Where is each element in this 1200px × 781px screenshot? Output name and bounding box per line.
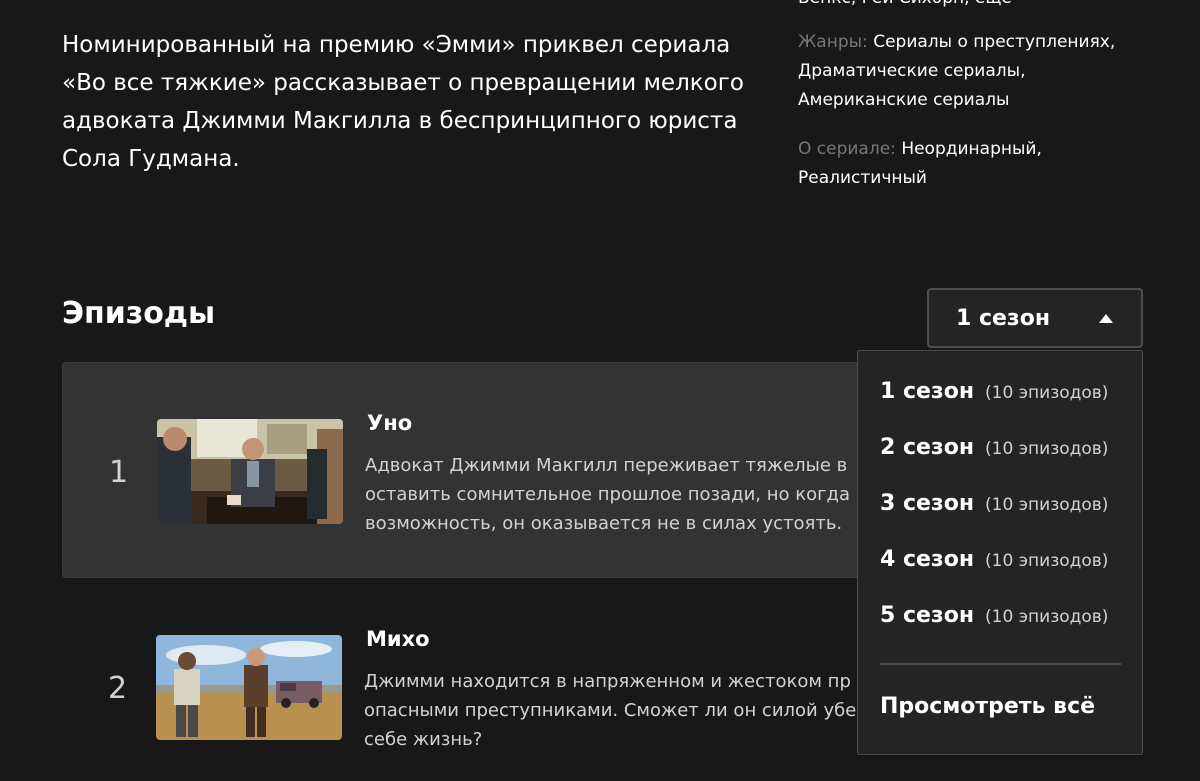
season-option-4[interactable]: 4 сезон (10 эпизодов) bbox=[880, 547, 1108, 587]
series-synopsis: Номинированный на премию «Эмми» приквел … bbox=[62, 32, 744, 172]
episode-description-line: Адвокат Джимми Макгилл переживает тяжелы… bbox=[365, 455, 848, 476]
episodes-heading: Эпизоды bbox=[62, 296, 216, 331]
episode-title: Уно bbox=[367, 411, 413, 435]
episodes-page: Бенкс, Рей Сихорн, ещё Номинированный на… bbox=[0, 0, 1200, 781]
episode-description-line: опасными преступниками. Сможет ли он сил… bbox=[364, 700, 857, 721]
episode-thumbnail[interactable] bbox=[156, 635, 342, 740]
season-option-count: (10 эпизодов) bbox=[985, 607, 1109, 627]
season-dropdown-menu: 1 сезон (10 эпизодов) 2 сезон (10 эпизод… bbox=[857, 350, 1143, 755]
season-option-5[interactable]: 5 сезон (10 эпизодов) bbox=[880, 603, 1108, 643]
dropdown-divider bbox=[880, 663, 1121, 665]
episode-number: 2 bbox=[108, 671, 128, 706]
season-option-3[interactable]: 3 сезон (10 эпизодов) bbox=[880, 491, 1108, 531]
caret-up-icon bbox=[1099, 314, 1113, 323]
episode-2-still-image bbox=[156, 635, 342, 740]
episode-thumbnail[interactable] bbox=[157, 419, 343, 524]
season-option-label: 3 сезон bbox=[880, 491, 975, 516]
episode-description-line: Джимми находится в напряженном и жестоко… bbox=[364, 671, 851, 692]
episode-description-line: себе жизнь? bbox=[364, 729, 483, 750]
season-option-label: 1 сезон bbox=[880, 379, 975, 404]
season-selector-button[interactable]: 1 сезон bbox=[927, 288, 1143, 348]
about-meta: О сериале: Неординарный, Реалистичный bbox=[798, 135, 1138, 193]
season-option-label: 2 сезон bbox=[880, 435, 975, 460]
season-option-count: (10 эпизодов) bbox=[985, 439, 1109, 459]
episode-description: Джимми находится в напряженном и жестоко… bbox=[364, 667, 864, 754]
season-option-2[interactable]: 2 сезон (10 эпизодов) bbox=[880, 435, 1108, 475]
season-option-label: 5 сезон bbox=[880, 603, 975, 628]
season-option-count: (10 эпизодов) bbox=[985, 495, 1109, 515]
episode-number: 1 bbox=[109, 455, 129, 490]
season-option-1[interactable]: 1 сезон (10 эпизодов) bbox=[880, 379, 1108, 419]
genres-meta: Жанры: Сериалы о преступлениях, Драматич… bbox=[798, 28, 1138, 115]
cast-list-partial: Бенкс, Рей Сихорн, ещё bbox=[798, 0, 1012, 8]
season-option-label: 4 сезон bbox=[880, 547, 975, 572]
season-option-count: (10 эпизодов) bbox=[985, 383, 1109, 403]
episode-1-still-image bbox=[157, 419, 343, 524]
episode-title: Михо bbox=[366, 627, 430, 651]
about-label: О сериале: bbox=[798, 139, 896, 159]
episode-description: Адвокат Джимми Макгилл переживает тяжелы… bbox=[365, 451, 865, 538]
episode-description-line: возможность, он оказывается не в силах у… bbox=[365, 513, 843, 534]
season-option-count: (10 эпизодов) bbox=[985, 551, 1109, 571]
season-selector-label: 1 сезон bbox=[956, 305, 1051, 331]
genres-label: Жанры: bbox=[798, 32, 868, 52]
episode-description-line: оставить сомнительное прошлое позади, но… bbox=[365, 484, 851, 505]
see-all-episodes-button[interactable]: Просмотреть всё bbox=[880, 694, 1095, 719]
